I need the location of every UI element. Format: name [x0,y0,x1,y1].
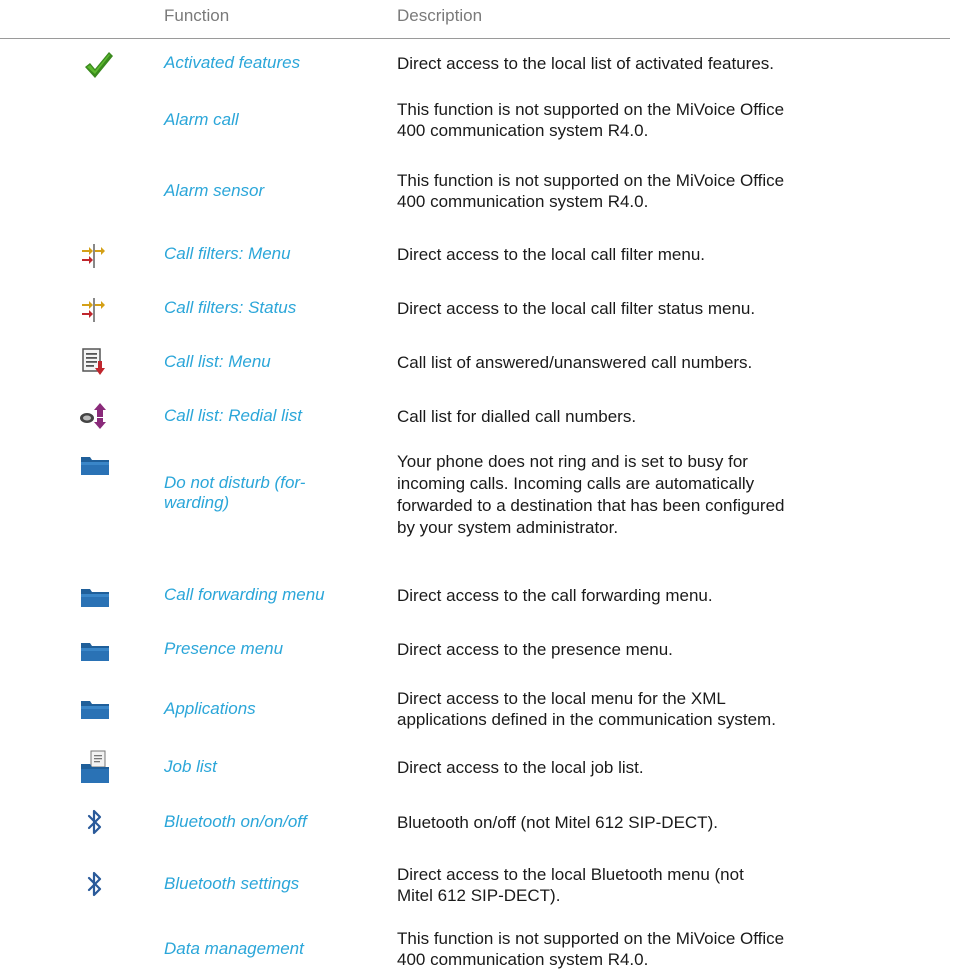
function-link-call-list-menu[interactable]: Call list: Menu [164,352,389,372]
description-line: Direct access to the local Bluetooth men… [397,865,744,884]
table-row: Alarm sensor This function is not suppor… [0,166,956,216]
table-row: Call list: Menu Call list of answered/un… [0,345,956,385]
description-column-header: Description [397,6,483,25]
function-link-applications[interactable]: Applications [164,699,389,719]
header-divider [0,38,950,39]
function-link-do-not-disturb[interactable]: Do not disturb (for- warding) [164,473,389,513]
bluetooth-icon [86,870,118,900]
description-text: Direct access to the call forwarding men… [397,586,713,605]
description-text: Call list of answered/unanswered call nu… [397,353,753,372]
description-text: Direct access to the local menu for the … [397,689,776,729]
table-row: Bluetooth settings Direct access to the … [0,860,956,910]
function-link-presence-menu[interactable]: Presence menu [164,639,389,659]
description-text: Your phone does not ring and is set to b… [397,452,785,537]
call-filter-icon [80,242,112,272]
table-row: Bluetooth on/on/off Bluetooth on/off (no… [0,804,956,844]
checkmark-icon [82,50,114,80]
table-row: Data management This function is not sup… [0,926,956,975]
table-row: Job list Direct access to the local job … [0,750,956,792]
description-text: Direct access to the local job list. [397,758,644,777]
function-link-call-forwarding-menu[interactable]: Call forwarding menu [164,585,389,605]
table-row: Presence menu Direct access to the prese… [0,634,956,674]
table-header: Function Description [0,0,956,38]
table-row: Applications Direct access to the local … [0,684,956,734]
function-link-line: warding) [164,493,230,512]
folder-icon [80,586,112,616]
folder-icon [80,640,112,670]
function-link-bluetooth-settings[interactable]: Bluetooth settings [164,874,389,894]
table-row: Do not disturb (for- warding) Your phone… [0,452,956,562]
function-link-alarm-sensor[interactable]: Alarm sensor [164,181,389,201]
description-text: Direct access to the local call filter s… [397,299,756,318]
table-row: Call forwarding menu Direct access to th… [0,580,956,620]
table-row: Call list: Redial list Call list for dia… [0,399,956,439]
function-link-bluetooth-on-off[interactable]: Bluetooth on/on/off [164,812,389,832]
function-link-line: Do not disturb (for- [164,473,306,492]
function-link-alarm-call[interactable]: Alarm call [164,110,389,130]
job-list-folder-icon [80,750,112,783]
call-filter-icon [80,296,112,326]
folder-icon [80,698,112,728]
table-row: Call filters: Menu Direct access to the … [0,238,956,278]
function-link-job-list[interactable]: Job list [164,757,389,777]
call-list-icon [80,347,112,377]
description-text: This function is not supported on the Mi… [397,171,785,211]
description-text: Direct access to the presence menu. [397,640,673,659]
description-text: This function is not supported on the Mi… [397,100,785,140]
description-text: Direct access to the local call filter m… [397,245,706,264]
table-row: Call filters: Status Direct access to th… [0,292,956,332]
function-link-activated-features[interactable]: Activated features [164,53,389,73]
bluetooth-icon [86,808,118,838]
function-column-header: Function [164,6,230,25]
function-link-call-list-redial[interactable]: Call list: Redial list [164,406,389,426]
function-link-call-filters-menu[interactable]: Call filters: Menu [164,244,389,264]
description-text: Bluetooth on/off (not Mitel 612 SIP-DECT… [397,813,718,832]
description-line: Mitel 612 SIP-DECT). [397,886,561,905]
table-row: Alarm call This function is not supporte… [0,95,956,145]
description-text: Direct access to the local list of activ… [397,54,775,73]
folder-icon [80,454,112,484]
function-link-data-management[interactable]: Data management [164,939,389,959]
table-row: Activated features Direct access to the … [0,48,956,88]
redial-list-icon [78,401,110,431]
description-text: Call list for dialled call numbers. [397,407,637,426]
function-link-call-filters-status[interactable]: Call filters: Status [164,298,389,318]
description-text: Direct access to the local Bluetooth men… [397,864,956,906]
description-text: This function is not supported on the Mi… [397,929,785,969]
